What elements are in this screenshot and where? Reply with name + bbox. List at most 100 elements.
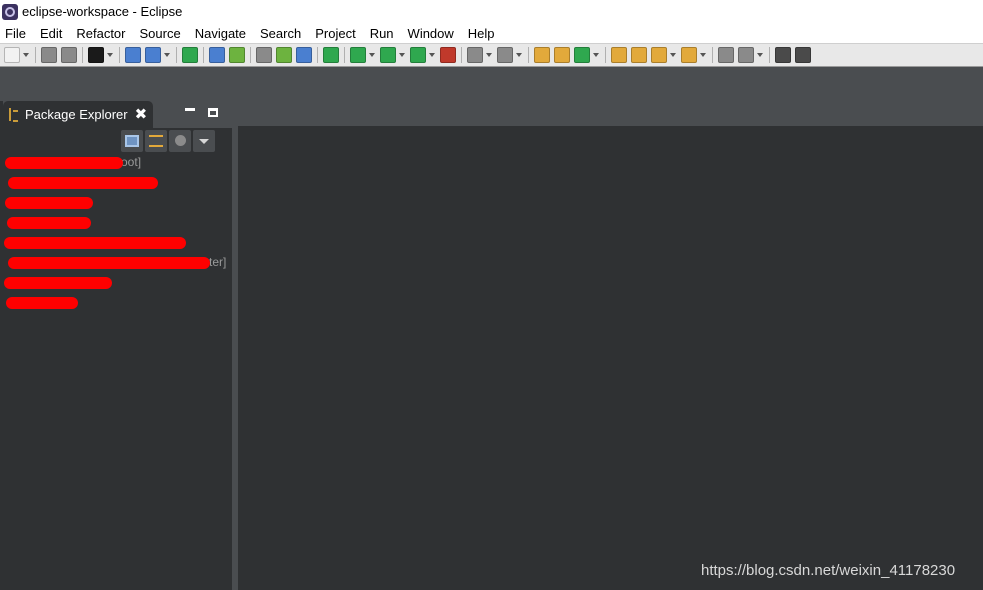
main-toolbar: [0, 43, 983, 67]
dropdown-arrow-icon[interactable]: [757, 53, 763, 57]
dropdown-arrow-icon[interactable]: [670, 53, 676, 57]
tree-item[interactable]: [3, 193, 232, 213]
tree-item[interactable]: y: [3, 173, 232, 193]
dropdown-arrow-icon[interactable]: [107, 53, 113, 57]
redaction-mark: [6, 297, 78, 309]
open-resource-icon[interactable]: [681, 47, 697, 63]
menu-navigate[interactable]: Navigate: [188, 26, 253, 41]
menu-edit[interactable]: Edit: [33, 26, 69, 41]
menu-bar: File Edit Refactor Source Navigate Searc…: [0, 23, 983, 43]
toolbar-separator: [176, 47, 177, 63]
tree-item[interactable]: ...c..dd.. ...(]: [3, 233, 232, 253]
redaction-mark: [8, 257, 210, 269]
toolbar-separator: [35, 47, 36, 63]
filter-icon[interactable]: [169, 130, 191, 152]
tree-item[interactable]: [3, 293, 232, 313]
package-explorer-view: Package Explorer ✖ [boot]y ...c..dd.. ...…: [3, 101, 232, 590]
tab-package-explorer[interactable]: Package Explorer ✖: [3, 101, 153, 128]
menu-help[interactable]: Help: [461, 26, 502, 41]
annotation-icon[interactable]: [718, 47, 734, 63]
tree-item[interactable]: [3, 273, 232, 293]
run-icon[interactable]: [380, 47, 396, 63]
open-type-icon[interactable]: [209, 47, 225, 63]
spring-power-icon[interactable]: [182, 47, 198, 63]
new-class-icon[interactable]: [554, 47, 570, 63]
redaction-mark: [4, 237, 186, 249]
dropdown-arrow-icon[interactable]: [23, 53, 29, 57]
toolbar-separator: [317, 47, 318, 63]
toolbar-separator: [250, 47, 251, 63]
pen-icon[interactable]: [651, 47, 667, 63]
next-annotation-icon[interactable]: [738, 47, 754, 63]
collapse-all-icon[interactable]: [121, 130, 143, 152]
new-package-icon[interactable]: [534, 47, 550, 63]
refresh-icon[interactable]: [574, 47, 590, 63]
dropdown-arrow-icon[interactable]: [399, 53, 405, 57]
search-file-icon[interactable]: [323, 47, 339, 63]
dropdown-arrow-icon[interactable]: [164, 53, 170, 57]
open-folder-icon[interactable]: [611, 47, 627, 63]
open-project-icon[interactable]: [631, 47, 647, 63]
back-icon[interactable]: [775, 47, 791, 63]
minimize-icon[interactable]: [185, 108, 195, 111]
stop-icon[interactable]: [467, 47, 483, 63]
redaction-mark: [5, 157, 123, 169]
window-title: eclipse-workspace - Eclipse: [22, 4, 183, 19]
toolbar-separator: [119, 47, 120, 63]
view-toolbar: [121, 130, 227, 152]
dropdown-arrow-icon[interactable]: [369, 53, 375, 57]
dropdown-arrow-icon[interactable]: [429, 53, 435, 57]
menu-refactor[interactable]: Refactor: [69, 26, 132, 41]
skip-breakpoints-icon[interactable]: [145, 47, 161, 63]
title-bar: eclipse-workspace - Eclipse: [0, 0, 983, 23]
toolbar-separator: [203, 47, 204, 63]
toolbar-separator: [605, 47, 606, 63]
debug-icon[interactable]: [350, 47, 366, 63]
link-with-editor-icon[interactable]: [145, 130, 167, 152]
deploy-icon[interactable]: [497, 47, 513, 63]
editor-area[interactable]: [238, 126, 983, 590]
redaction-mark: [4, 277, 112, 289]
menu-run[interactable]: Run: [363, 26, 401, 41]
menu-window[interactable]: Window: [401, 26, 461, 41]
menu-source[interactable]: Source: [133, 26, 188, 41]
view-menu-icon[interactable]: [193, 130, 215, 152]
toolbar-separator: [82, 47, 83, 63]
toolbar-separator: [712, 47, 713, 63]
redaction-mark: [7, 217, 91, 229]
external-tools-icon[interactable]: [440, 47, 456, 63]
menu-file[interactable]: File: [0, 26, 33, 41]
dropdown-arrow-icon[interactable]: [700, 53, 706, 57]
profile-icon[interactable]: [88, 47, 104, 63]
terminal-icon[interactable]: [276, 47, 292, 63]
download-icon[interactable]: [256, 47, 272, 63]
tree-item[interactable]: [3, 213, 232, 233]
console-icon[interactable]: [125, 47, 141, 63]
maximize-icon[interactable]: [208, 108, 218, 117]
project-tree: [boot]y ...c..dd.. ...(]...m.master]: [3, 153, 232, 313]
toolbar-separator: [461, 47, 462, 63]
toolbar-separator: [769, 47, 770, 63]
menu-project[interactable]: Project: [308, 26, 362, 41]
tree-item[interactable]: ...m.master]: [3, 253, 232, 273]
new-icon[interactable]: [4, 47, 20, 63]
dropdown-arrow-icon[interactable]: [486, 53, 492, 57]
dropdown-arrow-icon[interactable]: [593, 53, 599, 57]
view-tab-strip: Package Explorer ✖: [3, 101, 232, 128]
eclipse-logo-icon: [2, 3, 18, 20]
toolbar-separator: [528, 47, 529, 63]
spring-boot-icon[interactable]: [229, 47, 245, 63]
tree-item[interactable]: [boot]: [3, 153, 232, 173]
dropdown-arrow-icon[interactable]: [516, 53, 522, 57]
save-icon[interactable]: [41, 47, 57, 63]
redaction-mark: [5, 197, 93, 209]
close-icon[interactable]: ✖: [135, 107, 148, 122]
perspective-tab-area: [0, 67, 983, 101]
toolbar-separator: [344, 47, 345, 63]
save-all-icon[interactable]: [61, 47, 77, 63]
coverage-icon[interactable]: [410, 47, 426, 63]
package-explorer-icon: [9, 108, 19, 122]
tasks-icon[interactable]: [296, 47, 312, 63]
forward-icon[interactable]: [795, 47, 811, 63]
menu-search[interactable]: Search: [253, 26, 308, 41]
